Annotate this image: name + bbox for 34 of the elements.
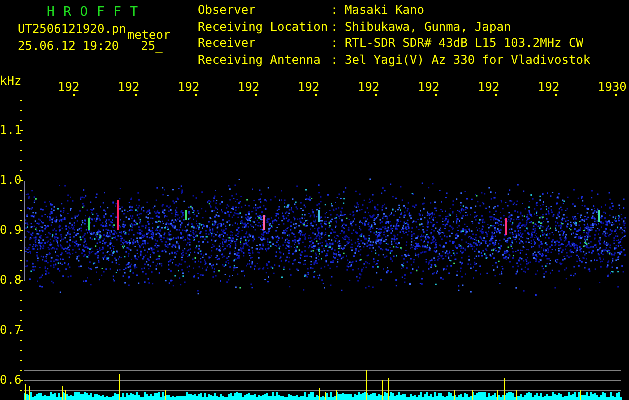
file-name: UT2506121920.pn: [18, 21, 126, 38]
date-time: 25.06.12 19:20: [18, 38, 120, 55]
colon-separator: :: [331, 54, 340, 68]
frequency-label: 1930: [598, 80, 627, 94]
info-label: Receiving Antenna: [198, 54, 322, 69]
info-value: 3el Yagi(V) Az 330 for Vladivostok: [345, 54, 591, 69]
info-label: Receiving Location: [198, 20, 330, 36]
frequency-label: 192: [418, 80, 440, 94]
info-value: Masaki Kano: [345, 4, 426, 19]
axis-label: 0.8: [0, 273, 22, 287]
axis-label: 0.7: [0, 323, 22, 337]
info-value: RTL-SDR SDR# 43dB L15 103.2MHz CW: [345, 37, 584, 52]
frequency-label: 192: [58, 80, 80, 94]
meteor-label: meteor: [127, 27, 171, 42]
axis-label: 1.0: [0, 173, 22, 187]
unit-label: kHz: [0, 74, 22, 88]
colon-separator: :: [331, 4, 340, 19]
frequency-label: 192: [118, 80, 140, 94]
frequency-label: 192: [298, 80, 320, 94]
info-label: Observer: [198, 4, 257, 19]
frequency-label: 192: [538, 80, 560, 94]
axis-label: 0.6: [0, 373, 22, 387]
info-label: Receiver: [198, 37, 257, 52]
frequency-label: 192: [358, 80, 380, 94]
colon-separator: :: [331, 37, 340, 52]
app-title: H R O F F T: [46, 4, 140, 21]
count-text: 25_: [141, 39, 163, 55]
frequency-label: 192: [478, 80, 500, 94]
axis-label: 0.9: [0, 223, 22, 237]
axis-label: 1.1: [0, 123, 22, 137]
info-value: Shibukawa, Gunma, Japan: [345, 20, 512, 36]
frequency-label: 192: [178, 80, 200, 94]
colon-separator: :: [331, 20, 340, 36]
frequency-label: 192: [238, 80, 260, 94]
